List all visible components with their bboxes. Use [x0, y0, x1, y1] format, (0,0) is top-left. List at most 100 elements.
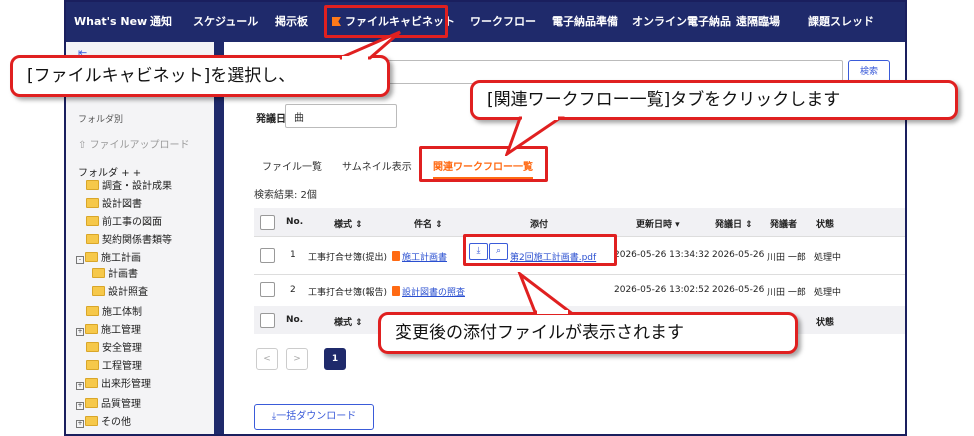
nav-online-e-delivery[interactable]: オンライン電子納品: [632, 2, 731, 42]
folder-icon: [86, 216, 99, 226]
upload-link[interactable]: ⇧ ファイルアップロード: [78, 136, 190, 151]
top-nav: What's New 通知 スケジュール 掲示板 ファイルキャビネット ワークフ…: [66, 2, 905, 42]
col-no: No.: [286, 315, 304, 325]
row-form: 工事打合せ簿(報告): [308, 288, 388, 298]
next-page-button[interactable]: >: [286, 348, 308, 370]
callout-select-cabinet: [ファイルキャビネット]を選択し、: [10, 55, 390, 97]
folder-icon: [86, 306, 99, 316]
row-issuer: 川田 一郎: [767, 253, 806, 263]
nav-bulletin[interactable]: 掲示板: [275, 2, 308, 42]
tab-file-list[interactable]: ファイル一覧: [262, 158, 322, 173]
sort-icon: ⇕: [435, 220, 443, 230]
folder-heading-label: フォルダ: [78, 168, 118, 179]
callout-tail: [517, 272, 575, 314]
tree-item[interactable]: 設計図書: [86, 198, 142, 212]
sort-icon: ⇕: [745, 220, 753, 230]
tree-item[interactable]: 施工体制: [86, 306, 142, 320]
col-subject[interactable]: 件名 ⇕: [414, 217, 443, 230]
expand-icon[interactable]: +: [76, 420, 84, 428]
callout-tail: [505, 116, 565, 156]
folder-icon: [86, 360, 99, 370]
col-updated[interactable]: 更新日時 ▾: [636, 217, 680, 230]
col-attachment: 添付: [530, 220, 549, 230]
date-label: 発議日: [256, 114, 286, 125]
sort-icon: ⇕: [355, 318, 363, 328]
bulk-download-button[interactable]: ⤓一括ダウンロード: [254, 404, 374, 430]
sidebar: ⇤ フォルダ別 ⇧ ファイルアップロード フォルダ + + 調査・設計成果 設計…: [66, 42, 215, 434]
row-checkbox[interactable]: [260, 282, 275, 297]
row-subject-link[interactable]: 施工計画書: [392, 250, 447, 263]
sidebar-divider: [214, 42, 224, 434]
nav-whats-new[interactable]: What's New: [74, 2, 147, 42]
folder-heading: フォルダ + +: [78, 164, 141, 179]
tree-item[interactable]: 契約関係書類等: [86, 234, 172, 248]
tree-item[interactable]: 安全管理: [86, 342, 142, 356]
nav-workflow[interactable]: ワークフロー: [470, 2, 536, 42]
tree-item[interactable]: + 品質管理: [76, 398, 141, 412]
callout-attachment-shown: 変更後の添付ファイルが表示されます: [378, 312, 798, 354]
select-all-checkbox[interactable]: [260, 313, 275, 328]
tab-thumbnails[interactable]: サムネイル表示: [342, 158, 412, 173]
tree-item[interactable]: - 施工計画: [76, 252, 141, 266]
row-issuer: 川田 一郎: [767, 288, 806, 298]
sort-desc-icon: ▾: [675, 220, 680, 230]
row-subject-link[interactable]: 設計図書の照査: [392, 285, 465, 298]
row-issued: 2026-05-26: [712, 250, 765, 260]
folder-section-label: フォルダ別: [78, 115, 124, 125]
upload-icon: ⇧: [78, 140, 90, 151]
calendar-icon[interactable]: 曲: [294, 109, 304, 124]
nav-e-delivery-prep[interactable]: 電子納品準備: [552, 2, 618, 42]
callout-tail: [339, 30, 401, 60]
tree-item[interactable]: 前工事の図面: [86, 216, 162, 230]
row-updated: 2026-05-26 13:34:32: [614, 250, 710, 260]
col-form[interactable]: 様式 ⇕: [334, 217, 363, 230]
nav-notifications[interactable]: 通知: [150, 2, 172, 42]
tree-item[interactable]: 工程管理: [86, 360, 142, 374]
row-issued: 2026-05-26: [712, 285, 765, 295]
col-form[interactable]: 様式 ⇕: [334, 315, 363, 328]
tree-item[interactable]: + 出来形管理: [76, 378, 151, 392]
collapse-icon[interactable]: -: [76, 256, 84, 264]
row-form: 工事打合せ簿(提出): [308, 253, 388, 263]
page-1-button[interactable]: 1: [324, 348, 346, 370]
file-icon: [392, 286, 400, 296]
tree-item[interactable]: + その他: [76, 416, 131, 430]
folder-icon: [92, 286, 105, 296]
folder-icon: [86, 234, 99, 244]
tree-item[interactable]: 調査・設計成果: [86, 180, 172, 194]
folder-controls[interactable]: + +: [121, 168, 141, 179]
row-no: 2: [290, 285, 296, 295]
row-updated: 2026-05-26 13:02:52: [614, 285, 710, 295]
row-checkbox[interactable]: [260, 248, 275, 263]
folder-icon: [85, 378, 98, 388]
expand-icon[interactable]: +: [76, 328, 84, 336]
expand-icon[interactable]: +: [76, 382, 84, 390]
result-count: 検索結果: 2個: [254, 190, 317, 201]
expand-icon[interactable]: +: [76, 402, 84, 410]
nav-remote-site[interactable]: 遠隔臨場: [736, 2, 780, 42]
col-status: 状態: [816, 318, 835, 328]
tree-item[interactable]: + 施工管理: [76, 324, 141, 338]
tree-item[interactable]: 設計照査: [92, 286, 148, 300]
sort-icon: ⇕: [355, 220, 363, 230]
folder-icon: [86, 198, 99, 208]
nav-issue-threads[interactable]: 課題スレッド: [808, 2, 874, 42]
folder-icon: [86, 180, 99, 190]
folder-icon: [92, 268, 105, 278]
prev-page-button[interactable]: <: [256, 348, 278, 370]
attachment-highlight: [463, 234, 617, 266]
col-issuer: 発議者: [770, 220, 798, 230]
date-field[interactable]: 曲: [285, 104, 397, 128]
col-status: 状態: [816, 220, 835, 230]
folder-icon: [85, 416, 98, 426]
upload-label: ファイルアップロード: [89, 140, 190, 151]
col-no: No.: [286, 217, 304, 227]
tree-item[interactable]: 計画書: [92, 268, 138, 282]
nav-schedule[interactable]: スケジュール: [193, 2, 258, 42]
row-status: 処理中: [814, 253, 842, 263]
folder-icon: [86, 342, 99, 352]
folder-icon: [85, 324, 98, 334]
col-issued[interactable]: 発議日 ⇕: [715, 217, 753, 230]
file-icon: [392, 251, 400, 261]
select-all-checkbox[interactable]: [260, 215, 275, 230]
